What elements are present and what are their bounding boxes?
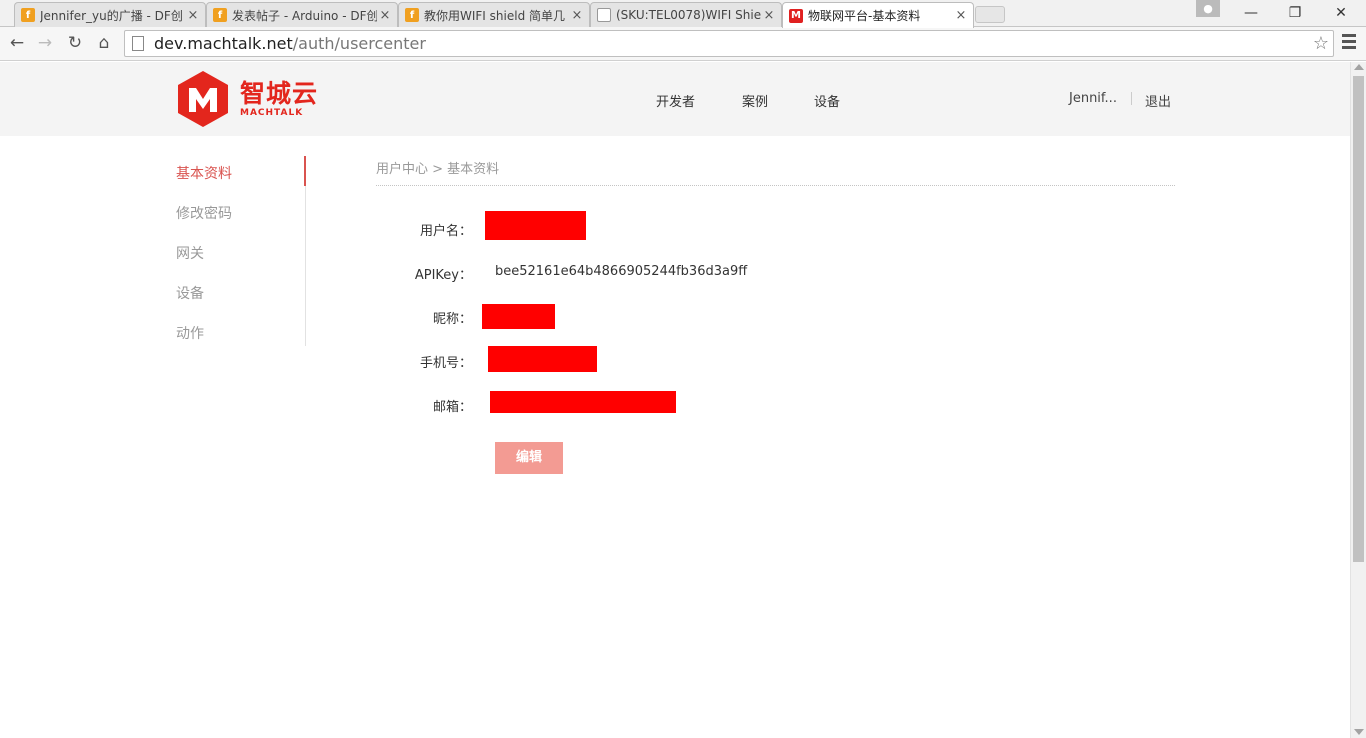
dfrobot-icon: f xyxy=(21,8,35,22)
username-link[interactable]: Jennif... xyxy=(1069,91,1132,106)
nav-developer[interactable]: 开发者 xyxy=(656,91,695,110)
browser-tab-active[interactable]: M 物联网平台-基本资料 × xyxy=(782,2,974,28)
logo-english-name: MACHTALK xyxy=(240,107,304,118)
browser-toolbar: ← → ↻ ⌂ dev.machtalk.net/auth/usercenter… xyxy=(0,27,1366,61)
address-bar[interactable]: dev.machtalk.net/auth/usercenter ☆ xyxy=(124,30,1334,57)
profile-icon[interactable]: ● xyxy=(1196,0,1220,17)
logo-chinese-name: 智城云 xyxy=(240,78,319,108)
sidebar-item-actions[interactable]: 动作 xyxy=(176,323,204,343)
tab-title: (SKU:TEL0078)WIFI Shie xyxy=(616,8,761,22)
tab-title: 物联网平台-基本资料 xyxy=(808,9,921,23)
new-tab-button[interactable] xyxy=(975,6,1005,23)
sidebar-item-gateway[interactable]: 网关 xyxy=(176,243,204,263)
tab-close-icon[interactable]: × xyxy=(185,8,201,23)
tab-close-icon[interactable]: × xyxy=(953,8,969,23)
tab-title: Jennifer_yu的广播 - DF创 xyxy=(40,8,183,23)
tab-close-icon[interactable]: × xyxy=(569,8,585,23)
nav-cases[interactable]: 案例 xyxy=(742,91,768,110)
dfrobot-icon: f xyxy=(213,8,227,22)
apikey-label: APIKey： xyxy=(414,268,472,283)
bookmark-star-icon[interactable]: ☆ xyxy=(1313,33,1329,54)
nav-devices[interactable]: 设备 xyxy=(814,91,840,110)
dfrobot-icon: f xyxy=(405,8,419,22)
logout-link[interactable]: 退出 xyxy=(1145,91,1171,110)
username-text: Jennif... xyxy=(1069,91,1117,106)
phone-label: 手机号： xyxy=(419,356,472,371)
email-redacted-value xyxy=(490,391,676,413)
scrollbar-thumb[interactable] xyxy=(1353,76,1364,562)
site-header: 智城云 MACHTALK 开发者 案例 设备 Jennif... 退出 xyxy=(0,62,1350,136)
url-path: /auth/usercenter xyxy=(292,34,426,53)
home-button[interactable]: ⌂ xyxy=(92,31,116,55)
email-label: 邮箱： xyxy=(432,400,472,415)
close-window-button[interactable]: ✕ xyxy=(1318,0,1364,27)
browser-tab[interactable]: f 发表帖子 - Arduino - DF创 × xyxy=(206,2,398,27)
forward-button[interactable]: → xyxy=(33,31,57,55)
minimize-button[interactable]: — xyxy=(1228,0,1274,27)
sidebar-active-indicator xyxy=(304,156,306,186)
browser-menu-icon[interactable] xyxy=(1342,34,1356,52)
tab-close-icon[interactable]: × xyxy=(761,8,777,23)
sidebar-item-devices[interactable]: 设备 xyxy=(176,283,204,303)
page-icon xyxy=(132,36,144,51)
nickname-label: 昵称： xyxy=(432,312,472,327)
reload-button[interactable]: ↻ xyxy=(63,31,87,55)
tab-close-icon[interactable]: × xyxy=(377,8,393,23)
sidebar-item-basic-info[interactable]: 基本资料 xyxy=(176,163,232,183)
machtalk-icon: M xyxy=(789,8,803,23)
browser-tab[interactable]: f 教你用WIFI shield 简单几 × xyxy=(398,2,590,27)
sidebar-item-change-password[interactable]: 修改密码 xyxy=(176,203,232,223)
scroll-down-arrow-icon[interactable] xyxy=(1354,729,1364,735)
machtalk-logo-icon xyxy=(178,71,228,127)
back-button[interactable]: ← xyxy=(5,31,29,55)
username-redacted-value xyxy=(485,211,586,240)
account-sidebar: 基本资料 修改密码 网关 设备 动作 xyxy=(176,156,306,346)
url-host: dev.machtalk.net xyxy=(154,34,293,53)
page-viewport: 智城云 MACHTALK 开发者 案例 设备 Jennif... 退出 基本资料… xyxy=(0,62,1350,738)
restore-button[interactable]: ❐ xyxy=(1272,0,1318,27)
breadcrumb-divider xyxy=(376,185,1175,186)
document-icon xyxy=(597,8,611,22)
breadcrumb: 用户中心 > 基本资料 xyxy=(376,162,500,177)
browser-tab-strip: f Jennifer_yu的广播 - DF创 × f 发表帖子 - Arduin… xyxy=(0,0,1366,28)
browser-tab[interactable]: (SKU:TEL0078)WIFI Shie × xyxy=(590,2,782,27)
tab-title: 发表帖子 - Arduino - DF创 xyxy=(232,8,377,23)
page-scrollbar[interactable] xyxy=(1350,62,1366,738)
username-label: 用户名： xyxy=(419,224,472,239)
apikey-value: bee52161e64b4866905244fb36d3a9ff xyxy=(495,264,748,279)
edit-profile-button[interactable]: 编辑 xyxy=(495,442,563,474)
nickname-redacted-value xyxy=(482,304,555,329)
scroll-up-arrow-icon[interactable] xyxy=(1354,64,1364,70)
phone-redacted-value xyxy=(488,346,597,372)
machtalk-logo[interactable]: 智城云 MACHTALK xyxy=(174,70,318,128)
browser-tab[interactable]: f Jennifer_yu的广播 - DF创 × xyxy=(14,2,206,27)
tab-title: 教你用WIFI shield 简单几 xyxy=(424,8,566,23)
header-divider xyxy=(1131,92,1132,105)
